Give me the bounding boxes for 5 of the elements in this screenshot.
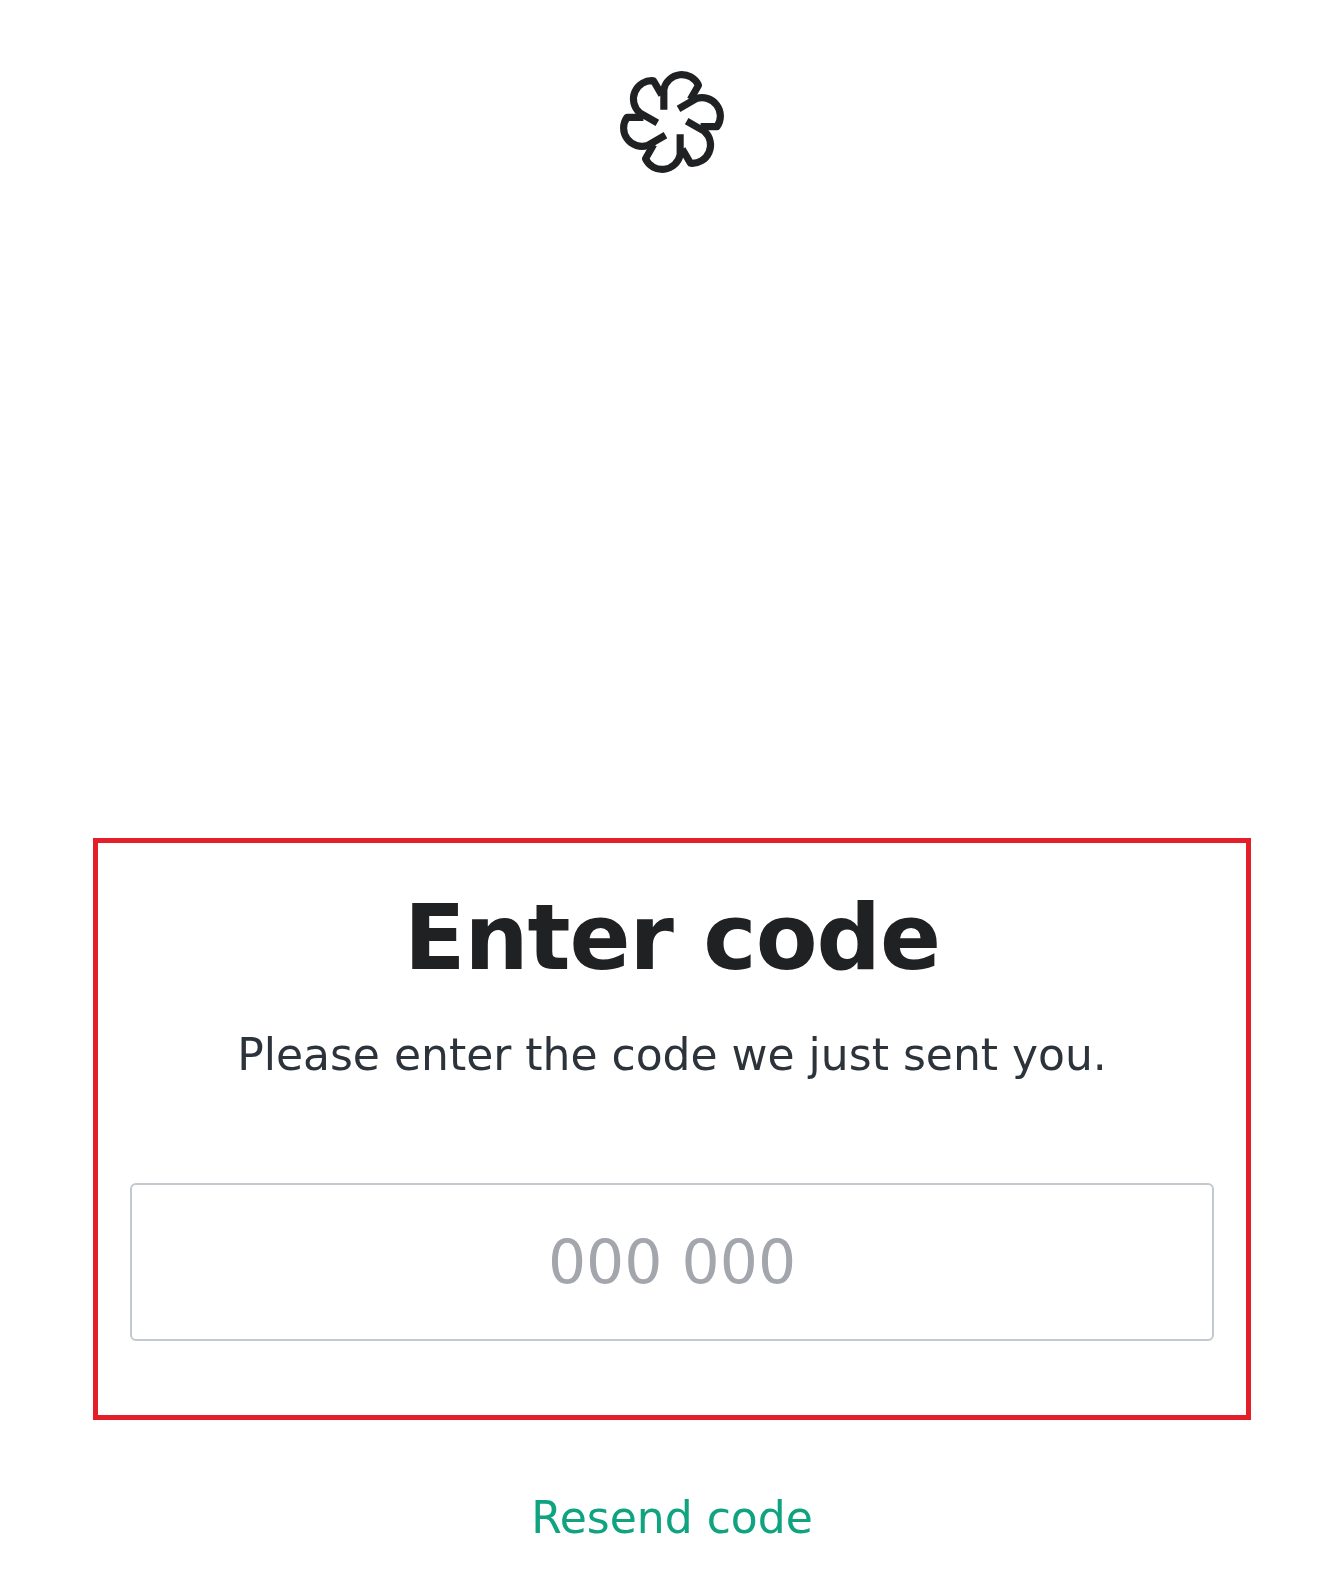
code-input-field[interactable]: 000 000 <box>130 1183 1214 1341</box>
logo-icon <box>619 69 725 175</box>
resend-code-link[interactable]: Resend code <box>531 1488 813 1548</box>
instruction-text: Please enter the code we just sent you. <box>237 1028 1107 1082</box>
page-heading: Enter code <box>404 884 940 992</box>
